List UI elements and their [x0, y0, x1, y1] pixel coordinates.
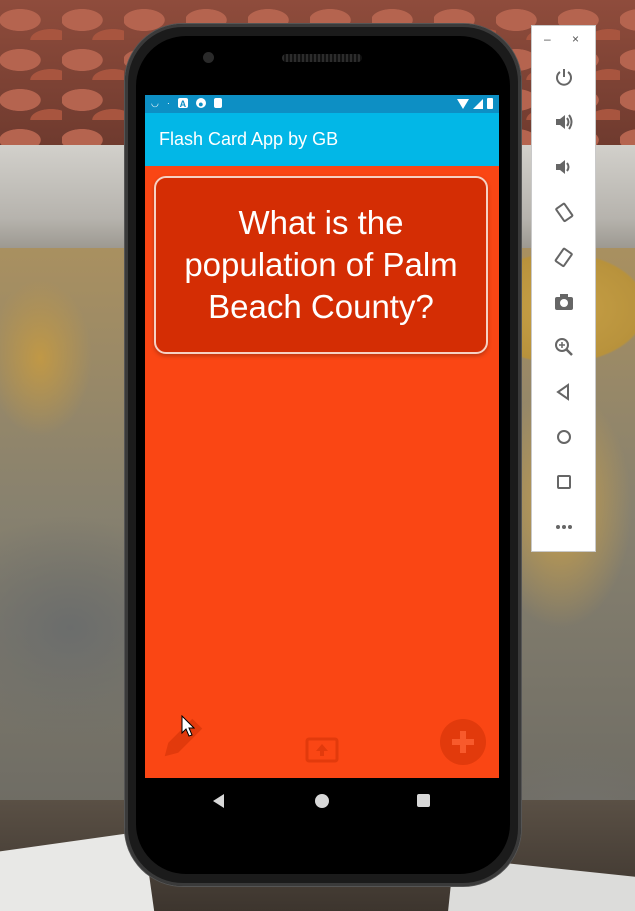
power-button[interactable]: [532, 57, 595, 97]
a-icon: A: [177, 98, 188, 109]
app-title: Flash Card App by GB: [159, 129, 339, 149]
add-card-button[interactable]: [440, 719, 486, 765]
emulator-toolbar: – ×: [531, 25, 596, 552]
more-icon: [555, 525, 572, 529]
add-circle-icon: [452, 731, 474, 753]
status-bar: ◡ · A ●: [145, 95, 499, 113]
front-camera: [203, 52, 214, 63]
camera-icon: [554, 294, 573, 310]
earpiece-speaker: [282, 54, 362, 62]
power-icon: [555, 69, 572, 86]
upload-button[interactable]: [305, 735, 339, 765]
sd-icon: [213, 98, 222, 108]
rotate-right-button[interactable]: [532, 237, 595, 277]
rotate-left-icon: [554, 202, 573, 223]
recents-icon[interactable]: [417, 794, 430, 807]
app-bar: Flash Card App by GB: [145, 113, 499, 166]
emulator-back-button[interactable]: [532, 372, 595, 412]
volume-up-icon: [555, 114, 572, 130]
screenshot-button[interactable]: [532, 282, 595, 322]
home-icon[interactable]: [315, 794, 329, 808]
close-button[interactable]: ×: [572, 32, 579, 46]
navigation-bar: [145, 778, 499, 824]
emulator-title-bar: – ×: [532, 26, 595, 56]
home-icon: [556, 430, 571, 444]
volume-down-icon: [555, 160, 569, 174]
notification-icon: ◡: [151, 98, 159, 108]
rotate-right-icon: [554, 247, 573, 268]
notification-icon: ·: [166, 98, 170, 108]
app-screen: ◡ · A ● Flash Card App by GB What is the…: [145, 95, 499, 778]
battery-icon: [487, 98, 493, 109]
minimize-button[interactable]: –: [544, 32, 551, 46]
upload-icon: [305, 737, 339, 763]
flash-card[interactable]: What is the population of Palm Beach Cou…: [154, 176, 488, 354]
overview-icon: [556, 475, 571, 489]
signal-icon: [473, 98, 483, 109]
card-question: What is the population of Palm Beach Cou…: [184, 204, 458, 325]
wifi-icon: [457, 98, 469, 109]
back-icon[interactable]: [213, 794, 224, 808]
emulator-overview-button[interactable]: [532, 462, 595, 502]
p-icon: ●: [195, 98, 206, 109]
zoom-button[interactable]: [532, 327, 595, 367]
volume-up-button[interactable]: [532, 102, 595, 142]
rotate-left-button[interactable]: [532, 192, 595, 232]
emulator-home-button[interactable]: [532, 417, 595, 457]
back-icon: [555, 383, 569, 401]
more-button[interactable]: [532, 507, 595, 547]
volume-down-button[interactable]: [532, 147, 595, 187]
mouse-cursor-icon: [181, 715, 195, 737]
zoom-icon: [554, 338, 573, 356]
